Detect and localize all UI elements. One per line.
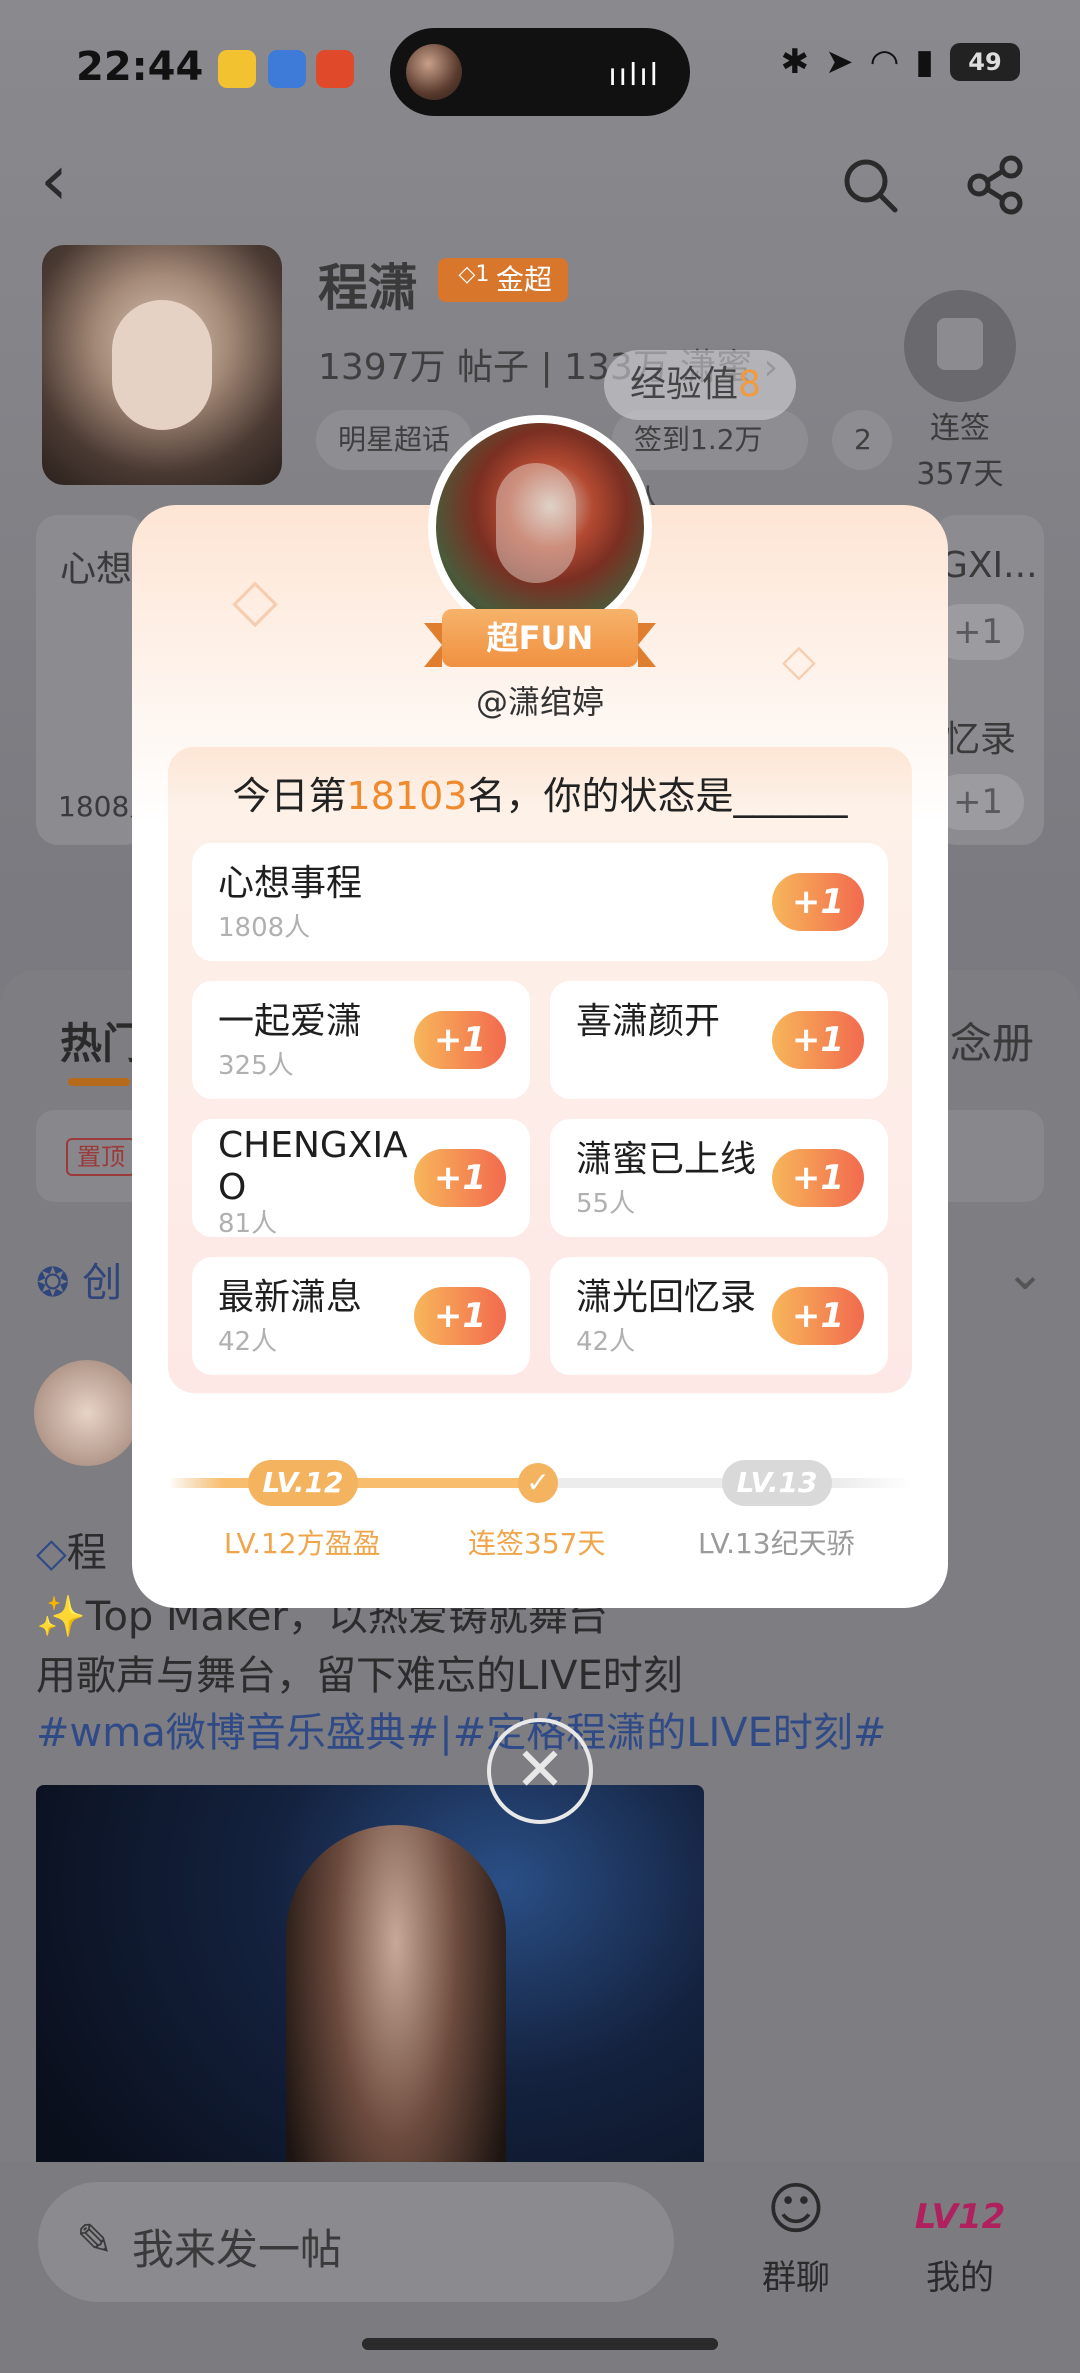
checkin-days: 357天 [916, 457, 1004, 492]
battery-icon: 49 [950, 43, 1020, 81]
now-playing-avatar [406, 44, 462, 100]
chevron-down-icon[interactable]: ⌄ [1005, 1245, 1045, 1301]
checkin-streak-label: 连签357天 [468, 1527, 606, 1560]
current-level-pill: LV.12 [248, 1460, 358, 1506]
signal-icon: ▮ [915, 42, 934, 82]
location-icon: ➤ [825, 42, 854, 82]
diamond-level-icon: ◇1 [458, 262, 490, 287]
user-avatar [428, 415, 652, 639]
plus-one-button[interactable]: +1 [772, 1287, 864, 1345]
status-icons: ✱ ➤ ◠ ▮ 49 [781, 42, 1020, 82]
plus-one-button[interactable]: +1 [772, 1149, 864, 1207]
taobao-app-icon [316, 50, 354, 88]
group-chat-icon: ☺ [766, 2177, 826, 2242]
create-icon: ❂ [36, 1260, 70, 1306]
pinned-badge: 置顶 [66, 1138, 136, 1176]
rank-question: 今日第18103名，你的状态是______ [232, 774, 848, 818]
baidu-app-icon [268, 50, 306, 88]
fun-ribbon-label: 超FUN [442, 609, 638, 667]
current-level-label: LV.12方盈盈 [224, 1527, 381, 1560]
gold-super-badge-label: 金超 [496, 263, 553, 296]
post-hashtags[interactable]: #wma微博音乐盛典#|#定格程潇的LIVE时刻# [36, 1700, 886, 1758]
status-option[interactable]: CHENGXIAO 81人 +1 [192, 1119, 530, 1239]
rank-number: 18103 [346, 774, 468, 818]
status-option[interactable]: 心想事程 1808人 +1 [192, 843, 888, 961]
fun-ribbon: 超FUN [424, 609, 656, 669]
status-option[interactable]: 一起爱潇 325人 +1 [192, 981, 530, 1099]
level-progress: LV.12 ✓ LV.13 LV.12方盈盈 连签357天 LV.13纪天骄 [168, 1450, 912, 1560]
user-handle: @潇绾婷 [475, 683, 604, 721]
checkin-label: 连签 [930, 411, 990, 446]
plus-one-button[interactable]: +1 [772, 1011, 864, 1069]
group-chat-button[interactable]: ☺ 群聊 [736, 2170, 856, 2299]
extra-tag: 2 [832, 410, 892, 470]
plus-one-button[interactable]: +1 [772, 873, 864, 931]
exp-toast: 经验值8 [604, 350, 796, 420]
post-author-line: ◇程 [36, 1530, 107, 1576]
status-option[interactable]: 潇光回忆录 42人 +1 [550, 1257, 888, 1375]
close-icon[interactable]: ✕ [487, 1718, 593, 1824]
compose-placeholder: 我来发一帖 [132, 2225, 343, 2274]
status-time: 22:44 [76, 44, 204, 90]
status-card-left-title: 心想 [60, 549, 133, 590]
calendar-check-icon [904, 290, 1016, 402]
next-level-pill: LV.13 [722, 1460, 832, 1506]
post-author-avatar[interactable] [34, 1360, 140, 1466]
diamond-deco-icon: ◇ [232, 565, 279, 635]
level-badge-icon: LV12 [914, 2197, 1006, 2237]
plus-one-button[interactable]: +1 [414, 1287, 506, 1345]
home-indicator [362, 2338, 718, 2350]
check-icon: ✓ [518, 1463, 558, 1503]
page-title: 程潇 [318, 259, 418, 317]
post-text-line2: 用歌声与舞台，留下难忘的LIVE时刻 [36, 1653, 683, 1699]
back-icon[interactable]: ‹ [40, 145, 100, 220]
diamond-icon: ◇ [36, 1530, 67, 1576]
tab-album[interactable]: 念册 [950, 1010, 1034, 1071]
status-option[interactable]: 潇蜜已上线 55人 +1 [550, 1119, 888, 1237]
supertopic-cover-image [42, 245, 282, 485]
status-card-right-title: GXI... [940, 545, 1038, 586]
weibo-app-icon [218, 50, 256, 88]
bluetooth-icon: ✱ [780, 42, 810, 82]
wifi-icon: ◠ [869, 42, 900, 82]
status-card-right-title2: 忆录 [944, 719, 1017, 760]
pencil-icon: ✎ [76, 2215, 113, 2266]
share-icon[interactable] [965, 155, 1025, 215]
status-option[interactable]: 喜潇颜开 +1 [550, 981, 888, 1099]
audio-wave-icon: ıılıl [608, 58, 660, 93]
checkin-modal: ◇ ◇ 超FUN @潇绾婷 今日第18103名，你的状态是______ 心想事程… [132, 415, 948, 1608]
status-options-panel: 今日第18103名，你的状态是______ 心想事程 1808人 +1 一起爱潇… [168, 747, 912, 1393]
status-bar: 22:44 ıılıl ✱ ➤ ◠ ▮ 49 [0, 0, 1080, 140]
tab-hot-indicator [68, 1078, 130, 1086]
status-option[interactable]: 最新潇息 42人 +1 [192, 1257, 530, 1375]
search-icon[interactable] [840, 155, 900, 215]
next-level-label: LV.13纪天骄 [698, 1527, 855, 1560]
checkin-widget[interactable]: 连签 357天 [900, 290, 1020, 492]
plus-one-button[interactable]: +1 [414, 1149, 506, 1207]
create-row[interactable]: ❂ 创 [36, 1250, 122, 1308]
dynamic-island[interactable]: ıılıl [390, 28, 690, 116]
plus-one-button[interactable]: +1 [414, 1011, 506, 1069]
mine-button[interactable]: LV12 我的 [900, 2170, 1020, 2299]
